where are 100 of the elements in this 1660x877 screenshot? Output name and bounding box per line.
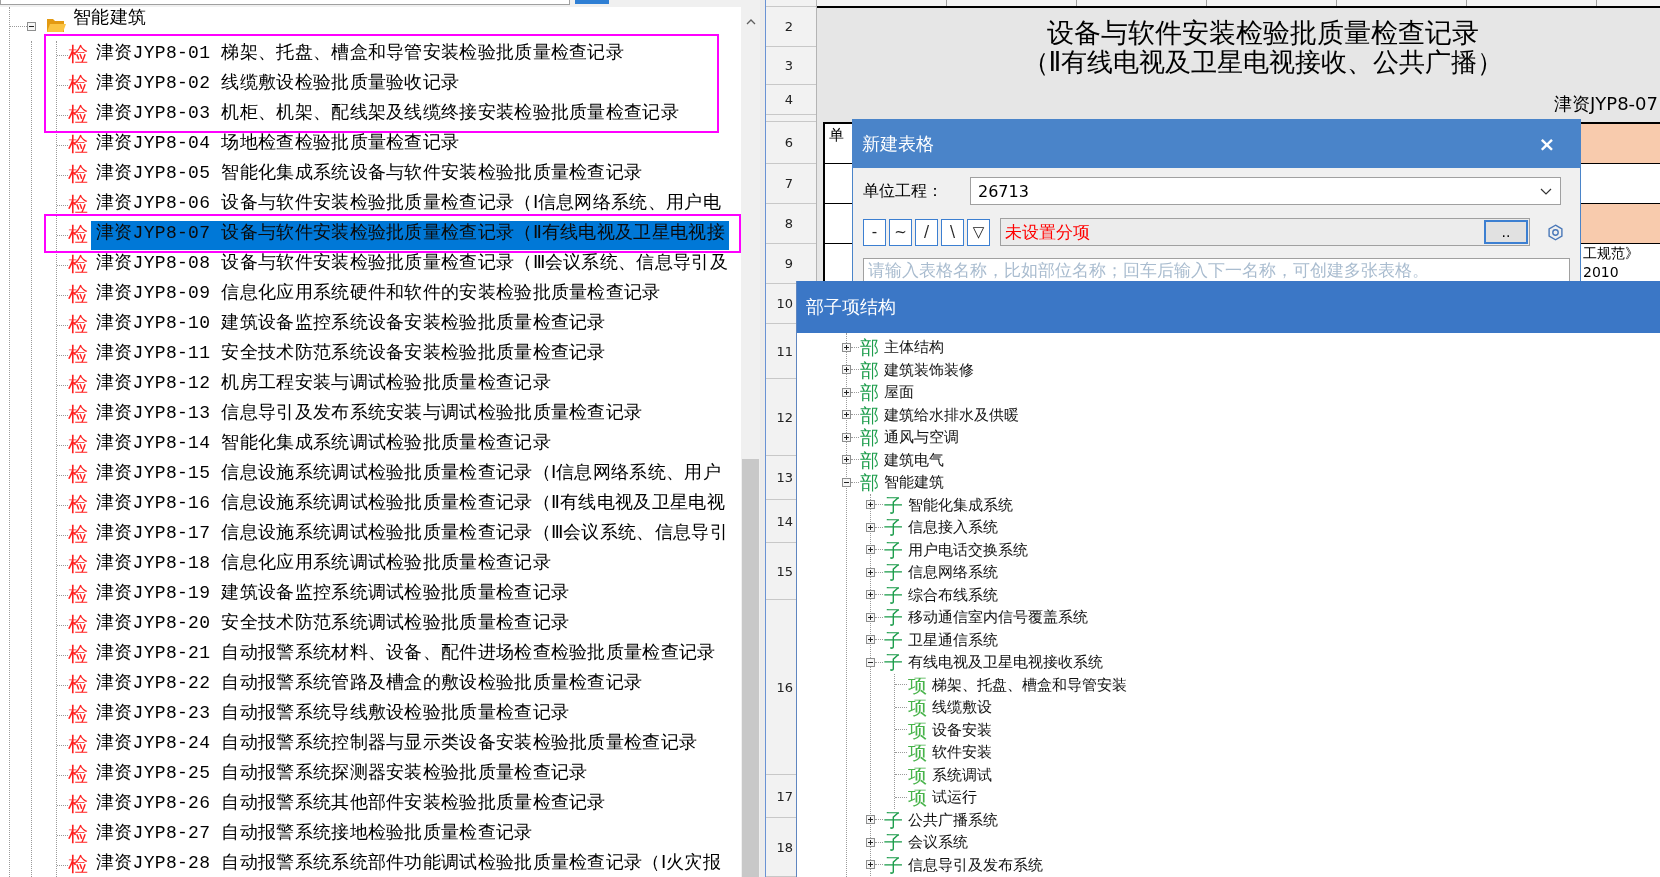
expand-icon[interactable]: [842, 342, 851, 352]
tree-item[interactable]: 津资JYP8-19 建筑设备监控系统调试检验批质量检查记录: [91, 583, 570, 603]
type-label: 检: [68, 194, 88, 214]
tree-item[interactable]: 软件安装: [932, 743, 992, 762]
type-label: 检: [68, 854, 88, 874]
expand-icon[interactable]: [866, 545, 875, 555]
tree-item[interactable]: 梯架、托盘、槽盒和导管安装: [932, 675, 1127, 694]
chevron-up-icon[interactable]: [745, 19, 756, 25]
expand-icon[interactable]: [842, 455, 851, 465]
type-label: 检: [68, 254, 88, 274]
row-number: 17: [776, 788, 793, 804]
tree-item[interactable]: 津资JYP8-28 自动报警系统系统部件功能调试检验批质量检查记录（Ⅰ火灾报: [91, 853, 721, 873]
tree-item[interactable]: 建筑装饰装修: [884, 360, 974, 379]
tree-item[interactable]: 津资JYP8-08 设备与软件安装检验批质量检查记录（Ⅲ会议系统、信息导引及: [91, 253, 728, 273]
tree-item[interactable]: 津资JYP8-10 建筑设备监控系统设备安装检验批质量检查记录: [91, 313, 606, 333]
tree-item[interactable]: 建筑给水排水及供暖: [884, 405, 1019, 424]
tree-item[interactable]: 试运行: [932, 788, 977, 807]
tree-item[interactable]: 津资JYP8-18 信息化应用系统调试检验批质量检查记录: [91, 553, 551, 573]
tree-item[interactable]: 建筑电气: [884, 450, 944, 469]
tree-item[interactable]: 综合布线系统: [908, 585, 998, 604]
tree-item[interactable]: 津资JYP8-17 信息设施系统调试检验批质量检查记录（Ⅲ会议系统、信息导引: [91, 523, 728, 543]
tree-item[interactable]: 有线电视及卫星电视接收系统: [908, 653, 1103, 672]
expand-icon[interactable]: [866, 635, 875, 645]
tree-item[interactable]: 津资JYP8-27 自动报警系统接地检验批质量检查记录: [91, 823, 533, 843]
tree-item[interactable]: 津资JYP8-20 安全技术防范系统调试检验批质量检查记录: [91, 613, 570, 633]
tree-item[interactable]: 主体结构: [884, 338, 944, 357]
browse-button[interactable]: ..: [1484, 220, 1528, 244]
symbol-button[interactable]: -: [863, 218, 886, 246]
dialog-title: 新建表格: [862, 131, 934, 156]
tree-item[interactable]: 通风与空调: [884, 428, 959, 447]
type-label: 检: [68, 404, 88, 424]
symbol-button[interactable]: \: [941, 218, 964, 246]
type-label: 检: [68, 794, 88, 814]
tree-item[interactable]: 智能建筑: [73, 9, 147, 27]
expand-icon[interactable]: [866, 815, 875, 825]
expand-icon[interactable]: [842, 410, 851, 420]
tree-item[interactable]: 津资JYP8-11 安全技术防范系统设备安装检验批质量检查记录: [91, 343, 606, 363]
tree-item[interactable]: 信息导引及发布系统: [908, 855, 1043, 874]
expand-icon[interactable]: [866, 860, 875, 870]
expand-icon[interactable]: [842, 365, 851, 375]
collapse-icon[interactable]: [866, 657, 875, 667]
tree-item[interactable]: 移动通信室内信号覆盖系统: [908, 608, 1088, 627]
tree-item[interactable]: 线缆敷设: [932, 698, 992, 717]
close-button[interactable]: ×: [1534, 130, 1560, 157]
tree-item[interactable]: 津资JYP8-04 场地检查检验批质量检查记录: [91, 133, 460, 153]
tree-item[interactable]: 会议系统: [908, 833, 968, 852]
tree-item[interactable]: 津资JYP8-24 自动报警系统控制器与显示类设备安装检验批质量检查记录: [91, 733, 698, 753]
scrollbar[interactable]: [741, 7, 760, 877]
expand-icon[interactable]: [866, 612, 875, 622]
scrollbar-thumb[interactable]: [742, 459, 759, 877]
tree-item[interactable]: 津资JYP8-14 智能化集成系统调试检验批质量检查记录: [91, 433, 551, 453]
tree-item[interactable]: 津资JYP8-25 自动报警系统探测器安装检验批质量检查记录: [91, 763, 588, 783]
tree-item[interactable]: 津资JYP8-09 信息化应用系统硬件和软件的安装检验批质量检查记录: [91, 283, 661, 303]
expand-icon[interactable]: [866, 837, 875, 847]
expand-icon[interactable]: [866, 522, 875, 532]
tree-item[interactable]: 津资JYP8-03 机柜、机架、配线架及线缆终接安装检验批质量检查记录: [91, 103, 679, 123]
tree-item[interactable]: 津资JYP8-23 自动报警系统导线敷设检验批质量检查记录: [91, 703, 570, 723]
sheet-subtitle: （Ⅱ有线电视及卫星电视接收、公共广播）: [1022, 48, 1504, 76]
tree-item[interactable]: 津资JYP8-16 信息设施系统调试检验批质量检查记录（Ⅱ有线电视及卫星电视: [91, 493, 725, 513]
node-type-label: 项: [907, 674, 927, 695]
symbol-button[interactable]: /: [915, 218, 938, 246]
subitem-field[interactable]: 未设置分项 ..: [1000, 218, 1530, 246]
tree-item[interactable]: 信息网络系统: [908, 563, 998, 582]
collapse-icon[interactable]: [27, 22, 36, 31]
tree-item[interactable]: 设备安装: [932, 720, 992, 739]
tree-item[interactable]: 津资JYP8-05 智能化集成系统设备与软件安装检验批质量检查记录: [91, 163, 643, 183]
tree-item[interactable]: 津资JYP8-13 信息导引及发布系统安装与调试检验批质量检查记录: [91, 403, 643, 423]
expand-icon[interactable]: [842, 387, 851, 397]
tree-item[interactable]: 信息接入系统: [908, 518, 998, 537]
unit-project-dropdown[interactable]: 26713: [970, 177, 1561, 205]
collapse-icon[interactable]: [842, 477, 851, 487]
tree-item[interactable]: 津资JYP8-15 信息设施系统调试检验批质量检查记录（Ⅰ信息网络系统、用户: [91, 463, 721, 483]
tree-item[interactable]: 津资JYP8-12 机房工程安装与调试检验批质量检查记录: [91, 373, 551, 393]
tree-item[interactable]: 卫星通信系统: [908, 630, 998, 649]
expand-icon[interactable]: [866, 500, 875, 510]
tree-item[interactable]: 津资JYP8-26 自动报警系统其他部件安装检验批质量检查记录: [91, 793, 606, 813]
tree-item[interactable]: 智能建筑: [884, 473, 944, 492]
tree-item[interactable]: 津资JYP8-06 设备与软件安装检验批质量检查记录（Ⅰ信息网络系统、用户电: [91, 193, 721, 213]
tree-item[interactable]: 津资JYP8-07 设备与软件安装检验批质量检查记录（Ⅱ有线电视及卫星电视接: [91, 221, 729, 250]
row-number: 6: [784, 135, 793, 150]
tree-item[interactable]: 津资JYP8-02 线缆敷设检验批质量验收记录: [91, 73, 460, 93]
expand-icon[interactable]: [866, 590, 875, 600]
tree-item[interactable]: 智能化集成系统: [908, 495, 1013, 514]
input-field[interactable]: [0, 0, 570, 5]
expand-icon[interactable]: [866, 567, 875, 577]
tree-item[interactable]: 津资JYP8-22 自动报警系统管路及槽盒的敷设检验批质量检查记录: [91, 673, 643, 693]
table-name-field[interactable]: 请输入表格名称，比如部位名称；回车后输入下一名称，可创建多张表格。: [863, 258, 1570, 281]
tree-item[interactable]: 用户电话交换系统: [908, 540, 1028, 559]
row-number: 12: [776, 409, 793, 425]
symbol-button[interactable]: ▽: [967, 218, 990, 246]
row-number: 10: [776, 296, 793, 311]
symbol-button[interactable]: ~: [889, 218, 912, 246]
tree-item[interactable]: 系统调试: [932, 765, 992, 784]
chevron-down-icon[interactable]: [1540, 187, 1552, 195]
hexagon-icon[interactable]: [1547, 223, 1564, 241]
tree-item[interactable]: 屋面: [884, 383, 914, 402]
tree-item[interactable]: 津资JYP8-21 自动报警系统材料、设备、配件进场检查检验批质量检查记录: [91, 643, 716, 663]
tree-item[interactable]: 津资JYP8-01 梯架、托盘、槽盒和导管安装检验批质量检查记录: [91, 43, 624, 63]
tree-item[interactable]: 公共广播系统: [908, 810, 998, 829]
expand-icon[interactable]: [842, 432, 851, 442]
